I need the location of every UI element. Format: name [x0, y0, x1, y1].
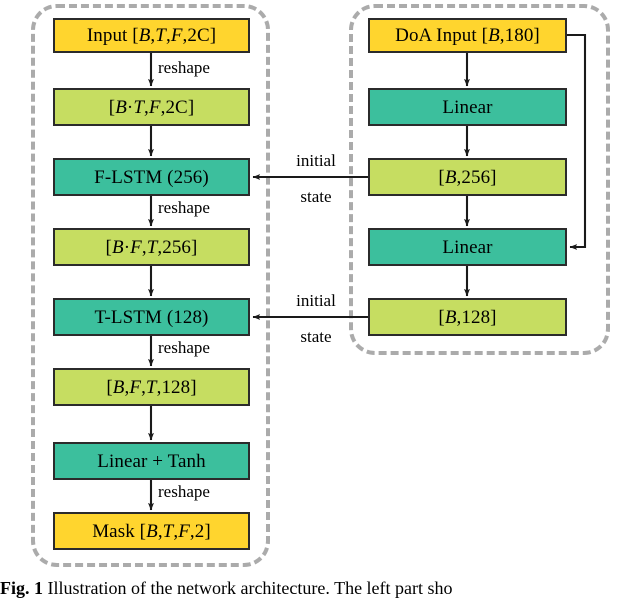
- node-mask-label: Mask [B,T,F,2]: [92, 520, 211, 542]
- node-t-lstm[interactable]: T-LSTM (128): [53, 298, 250, 336]
- figure-caption-text: Illustration of the network architecture…: [47, 578, 453, 598]
- node-b-256[interactable]: [B,256]: [368, 158, 567, 196]
- edge-label-reshape-3: reshape: [158, 338, 210, 357]
- node-linear-tanh[interactable]: Linear + Tanh: [53, 442, 250, 480]
- node-b-128-label: [B,128]: [438, 306, 497, 328]
- node-f-lstm[interactable]: F-LSTM (256): [53, 158, 250, 196]
- node-linear-2-label: Linear: [442, 236, 493, 258]
- node-b-256-label: [B,256]: [438, 166, 497, 188]
- node-linear-1-label: Linear: [442, 96, 493, 118]
- figure-caption: Fig. 1 Illustration of the network archi…: [0, 578, 640, 599]
- node-input[interactable]: Input [B,T,F,2C]: [53, 18, 250, 53]
- node-doa-input-label: DoA Input [B,180]: [395, 25, 540, 46]
- node-bf-t-256-label: [B·F,T,256]: [105, 236, 198, 258]
- node-bf-t-256[interactable]: [B·F,T,256]: [53, 228, 250, 266]
- edge-label-initial-state-f: initial state: [296, 151, 336, 206]
- node-input-label: Input [B,T,F,2C]: [86, 25, 217, 46]
- node-b-f-t-128[interactable]: [B,F,T,128]: [53, 368, 250, 406]
- node-linear-2[interactable]: Linear: [368, 228, 567, 266]
- node-mask[interactable]: Mask [B,T,F,2]: [53, 512, 250, 550]
- edge-label-initial-state-t: initial state: [296, 291, 336, 346]
- figure-canvas: Input [B,T,F,2C] reshape [B·T,F,2C] F-LS…: [0, 0, 640, 602]
- edge-label-reshape-2: reshape: [158, 198, 210, 217]
- node-b-128[interactable]: [B,128]: [368, 298, 567, 336]
- node-doa-input[interactable]: DoA Input [B,180]: [368, 18, 567, 53]
- figure-caption-label: Fig. 1: [0, 578, 43, 598]
- node-linear-tanh-label: Linear + Tanh: [97, 450, 206, 472]
- node-t-lstm-label: T-LSTM (128): [94, 306, 209, 328]
- edge-label-reshape-1: reshape: [158, 58, 210, 77]
- node-f-lstm-label: F-LSTM (256): [94, 166, 209, 188]
- node-b-f-t-128-label: [B,F,T,128]: [106, 376, 197, 398]
- edge-label-reshape-4: reshape: [158, 482, 210, 501]
- node-linear-1[interactable]: Linear: [368, 88, 567, 126]
- node-bt-f-2c-label: [B·T,F,2C]: [108, 96, 195, 118]
- node-bt-f-2c[interactable]: [B·T,F,2C]: [53, 88, 250, 126]
